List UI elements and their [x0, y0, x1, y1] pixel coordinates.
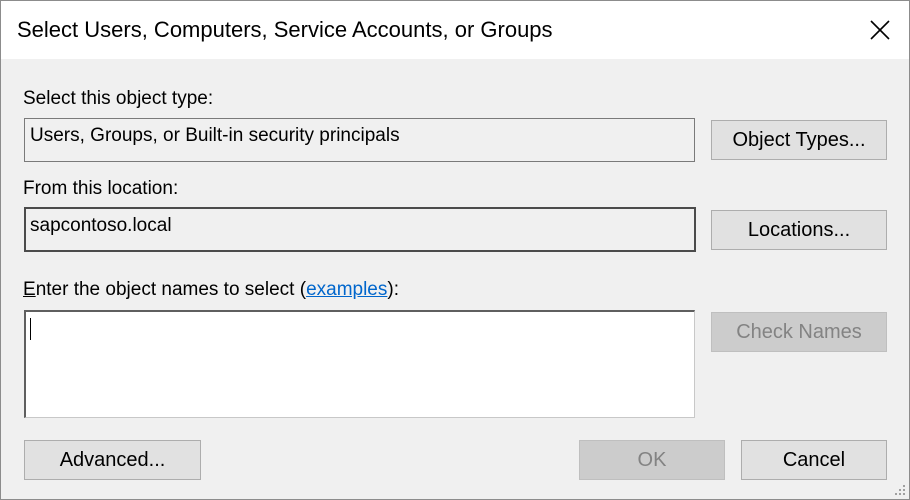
text-caret [30, 318, 31, 340]
object-type-value: Users, Groups, or Built-in security prin… [30, 125, 400, 146]
locations-button[interactable]: Locations... [711, 210, 887, 250]
object-names-label-close: ): [387, 279, 399, 300]
select-users-dialog: Select Users, Computers, Service Account… [0, 0, 910, 500]
object-type-label: Select this object type: [23, 88, 214, 109]
location-label: From this location: [23, 178, 179, 199]
dialog-title: Select Users, Computers, Service Account… [17, 17, 553, 42]
ok-button[interactable]: OK [579, 440, 725, 480]
location-field: sapcontoso.local [24, 207, 696, 252]
cancel-button[interactable]: Cancel [741, 440, 887, 480]
object-names-label-text: nter the object names to select ( [35, 279, 307, 300]
object-types-button[interactable]: Object Types... [711, 120, 887, 160]
object-type-field: Users, Groups, or Built-in security prin… [24, 118, 695, 162]
object-names-label-accelerator: E [23, 279, 36, 300]
object-names-label: Enter the object names to select (exampl… [23, 279, 399, 301]
close-button[interactable] [851, 1, 909, 59]
object-names-input[interactable] [24, 310, 695, 418]
location-value: sapcontoso.local [30, 215, 172, 236]
advanced-button[interactable]: Advanced... [24, 440, 201, 480]
close-icon [870, 20, 890, 40]
title-bar: Select Users, Computers, Service Account… [1, 1, 909, 59]
resize-grip-icon[interactable] [894, 484, 906, 496]
check-names-button[interactable]: Check Names [711, 312, 887, 352]
examples-link[interactable]: examples [306, 279, 387, 300]
